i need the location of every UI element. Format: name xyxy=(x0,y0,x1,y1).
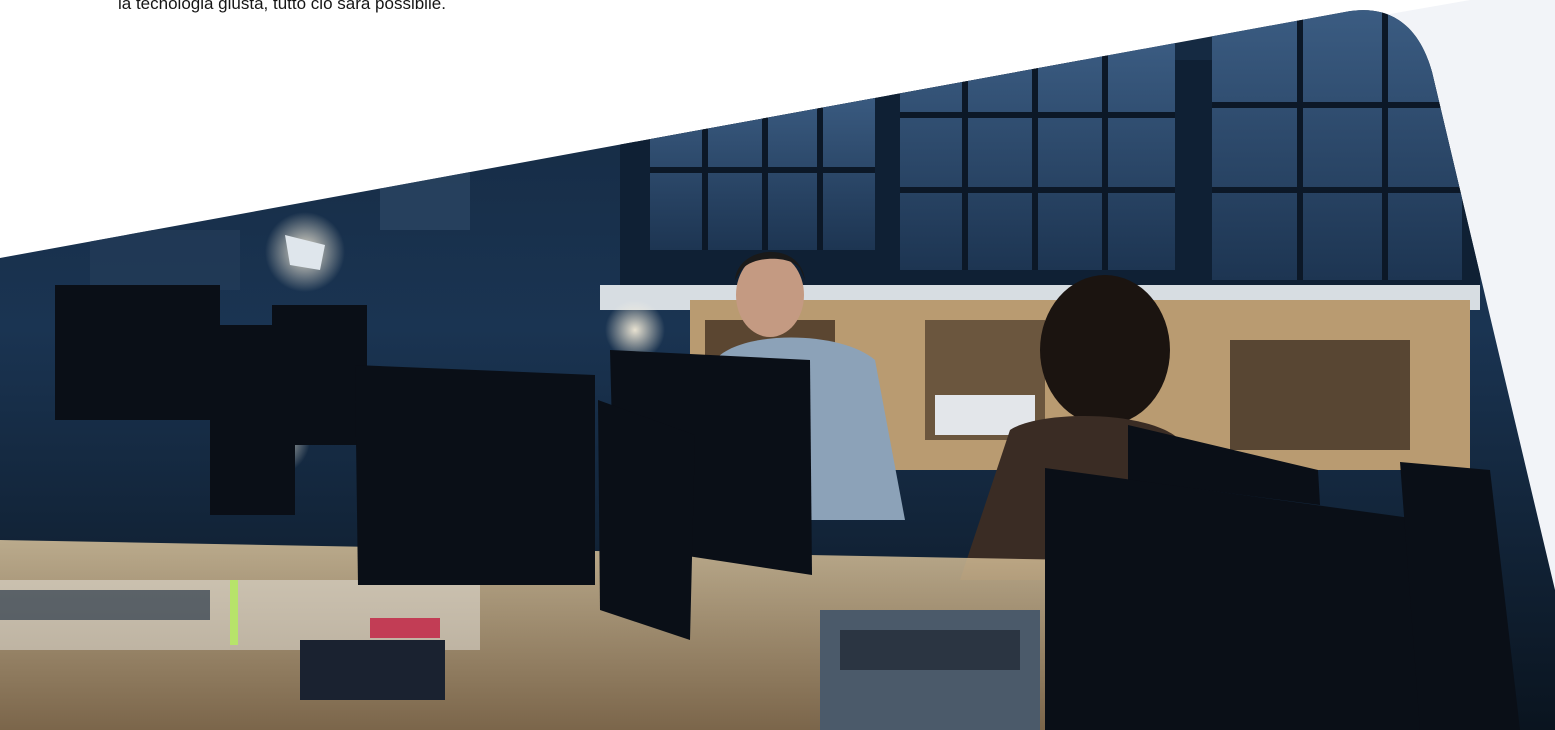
office-photo xyxy=(0,10,1555,730)
window-frames xyxy=(650,10,1462,280)
hero-image-section xyxy=(0,0,1555,730)
